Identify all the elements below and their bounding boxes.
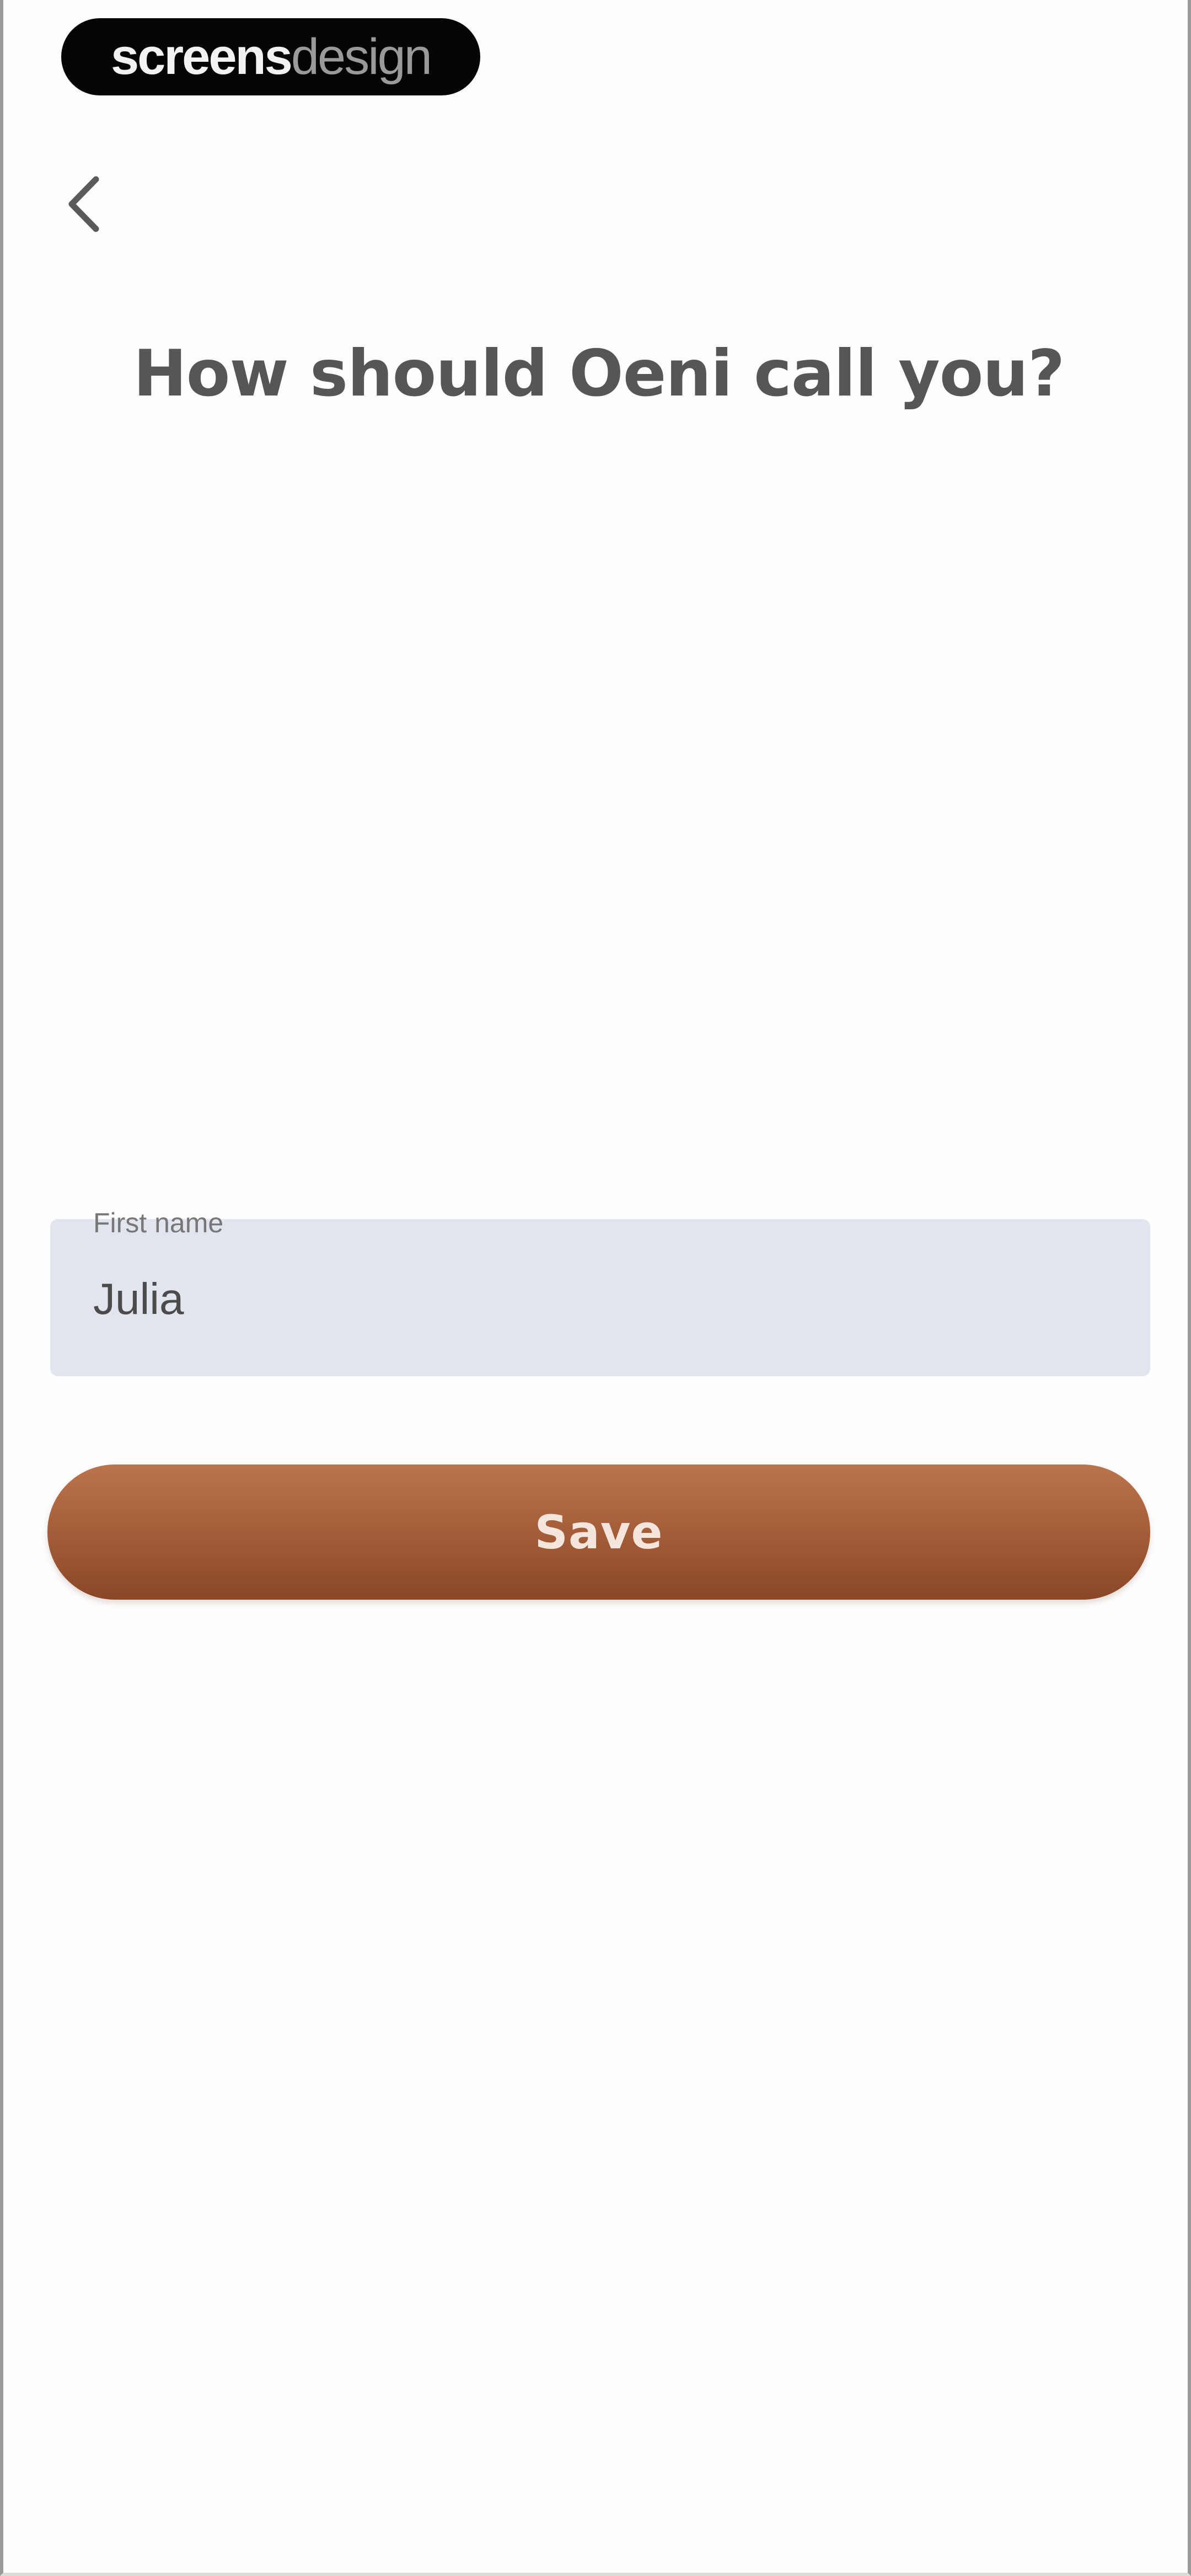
chevron-left-icon <box>68 176 99 232</box>
first-name-field[interactable]: First name <box>50 1207 1150 1376</box>
first-name-input[interactable] <box>93 1263 1086 1335</box>
watermark-light-text: design <box>291 28 432 85</box>
first-name-label: First name <box>93 1207 224 1238</box>
save-button[interactable]: Save <box>47 1465 1150 1600</box>
save-button-label: Save <box>534 1505 663 1559</box>
watermark-bold-text: screens <box>111 28 293 85</box>
screensdesign-watermark-badge: screens design <box>61 18 480 95</box>
back-button[interactable] <box>53 165 114 243</box>
app-screen: screens design How should Oeni call you? … <box>0 0 1191 2576</box>
page-title: How should Oeni call you? <box>133 336 1065 411</box>
